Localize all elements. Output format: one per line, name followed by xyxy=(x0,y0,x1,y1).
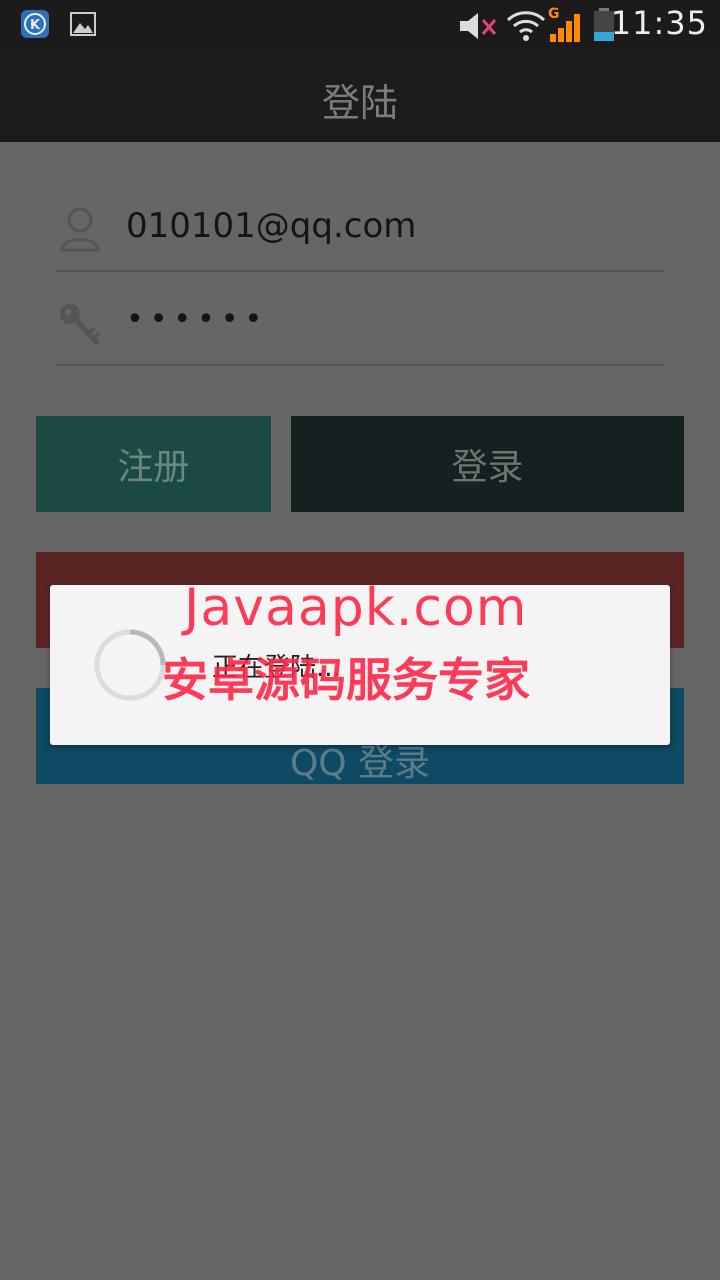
username-field[interactable]: 010101@qq.com xyxy=(56,190,664,272)
register-button[interactable]: 注册 xyxy=(36,416,271,512)
status-time: 11:35 xyxy=(610,4,708,42)
image-icon xyxy=(70,12,96,36)
page-title: 登陆 xyxy=(321,81,398,125)
mute-icon xyxy=(460,13,497,39)
password-field[interactable]: •••••• xyxy=(56,284,664,366)
app-k-icon: K xyxy=(21,10,49,38)
progress-dialog: 正在登陆... xyxy=(50,585,670,745)
wifi-icon xyxy=(506,11,546,41)
password-input[interactable]: •••••• xyxy=(126,302,268,337)
login-button[interactable]: 登录 xyxy=(291,416,684,512)
dialog-message: 正在登陆... xyxy=(212,653,341,683)
username-input[interactable]: 010101@qq.com xyxy=(126,206,416,246)
signal-icon xyxy=(550,14,580,42)
status-bar: K G 11:35 xyxy=(0,0,720,50)
key-icon xyxy=(60,304,101,346)
svg-text:K: K xyxy=(30,18,41,33)
loading-spinner-icon xyxy=(94,629,166,701)
user-icon xyxy=(60,207,100,252)
app-bar: 登陆 xyxy=(0,50,720,142)
